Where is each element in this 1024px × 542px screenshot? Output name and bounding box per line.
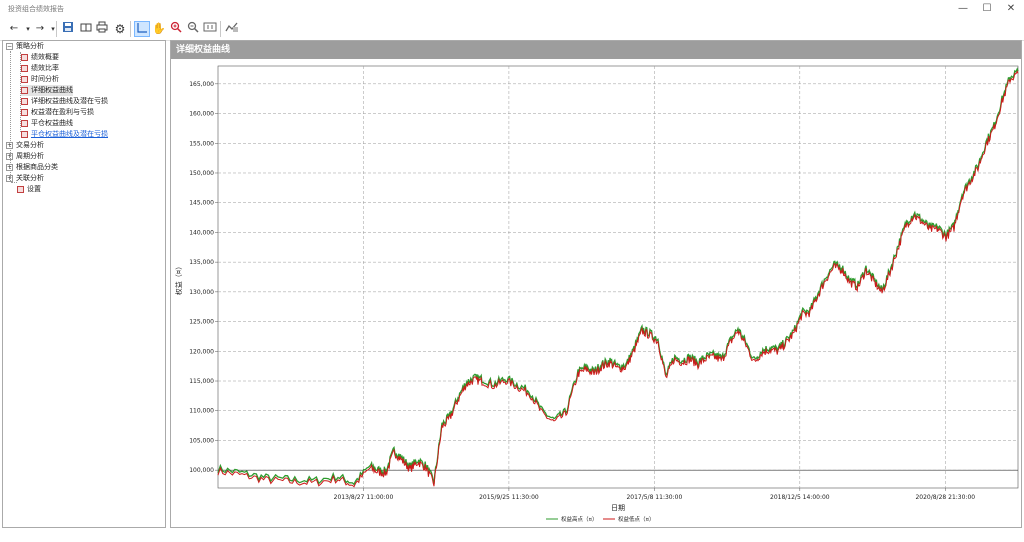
tree-group-correlation[interactable]: + 关联分析 (6, 173, 44, 184)
toolbar: ← ▾ → ▾ ⚙ ✋ (0, 18, 1024, 41)
y-tick-label: 160,000 (189, 111, 214, 118)
x-axis-ticks: 2013/8/27 11:00:00 2015/9/25 11:30:00 2017… (334, 488, 975, 501)
y-tick-label: 145,000 (189, 200, 214, 207)
y-axis-ticks: 100,000 105,000 110,000 115,000 120,000 125,0… (189, 81, 218, 474)
tree-group-strategy[interactable]: − 策略分析 (6, 41, 44, 52)
toolbar-separator (220, 21, 221, 37)
x-tick-label: 2018/12/5 14:00:00 (770, 494, 830, 501)
y-tick-label: 155,000 (189, 140, 214, 147)
y-tick-label: 150,000 (189, 170, 214, 177)
expand-icon[interactable]: + (6, 152, 13, 160)
tree-group-period-analysis[interactable]: + 周期分析 (6, 151, 44, 162)
chart-icon (21, 97, 28, 105)
y-tick-label: 105,000 (189, 437, 214, 444)
tree-item-closed-equity-drawdown[interactable]: 平仓权益曲线及潜在亏损 (21, 129, 108, 140)
zoom-in-icon[interactable] (168, 21, 184, 37)
tree-group-trade-analysis[interactable]: + 交易分析 (6, 140, 44, 151)
tree-item-closed-equity-curve[interactable]: 平仓权益曲线 (21, 118, 73, 129)
tree-item-label: 详细权益曲线 (31, 86, 73, 94)
y-tick-label: 165,000 (189, 81, 214, 88)
chart-icon (21, 119, 28, 127)
y-tick-label: 115,000 (189, 378, 214, 385)
tree-item-label: 时间分析 (31, 75, 59, 83)
tree-group-label: 根据商品分类 (16, 163, 58, 171)
y-tick-label: 130,000 (189, 289, 214, 296)
chart-legend: 权益高点（¤） 权益低点（¤） (546, 515, 655, 523)
chart-icon (21, 108, 28, 116)
collapse-icon[interactable]: − (6, 42, 13, 50)
y-tick-label: 110,000 (189, 408, 214, 415)
select-icon[interactable] (134, 21, 150, 37)
panel-header: 详细权益曲线 (171, 41, 1021, 59)
y-axis-label: 权益（¤） (174, 263, 183, 295)
tree-item-equity-potential[interactable]: 权益潜在盈利与亏损 (21, 107, 94, 118)
tree-item-label[interactable]: 平仓权益曲线及潜在亏损 (31, 130, 108, 138)
tree-group-by-instrument[interactable]: + 根据商品分类 (6, 162, 58, 173)
y-tick-label: 100,000 (189, 467, 214, 474)
y-tick-label: 120,000 (189, 348, 214, 355)
print-icon[interactable] (94, 21, 110, 37)
settings-doc-icon (17, 185, 24, 193)
tree-group-label: 交易分析 (16, 141, 44, 149)
fit-icon[interactable] (202, 21, 218, 37)
tree-item-detailed-equity-curve[interactable]: 详细权益曲线 (21, 85, 73, 96)
tree-item-label: 绩效概要 (31, 53, 59, 61)
tree-item-label: 绩效比率 (31, 64, 59, 72)
x-tick-label: 2020/8/28 21:30:00 (915, 494, 975, 501)
report-icon (21, 53, 28, 61)
report-icon (21, 64, 28, 72)
zoom-out-icon[interactable] (185, 21, 201, 37)
chart-panel: 详细权益曲线 100,000 105,000 110,000 115,000 120,0… (170, 40, 1022, 528)
toolbar-separator (56, 21, 57, 37)
window-title: 投资组合绩效报告 (8, 5, 64, 13)
toolbar-separator (130, 21, 131, 37)
chart-icon (21, 130, 28, 138)
x-axis-label: 日期 (611, 504, 625, 512)
open-icon[interactable] (78, 21, 94, 37)
pan-icon[interactable]: ✋ (151, 21, 167, 37)
tree-item-settings[interactable]: 设置 (17, 184, 41, 195)
y-tick-label: 125,000 (189, 319, 214, 326)
x-tick-label: 2013/8/27 11:00:00 (334, 494, 394, 501)
expand-icon[interactable]: + (6, 141, 13, 149)
legend-label-high: 权益高点（¤） (561, 515, 598, 523)
chart-style-icon[interactable] (224, 21, 240, 37)
tree-item-time-analysis[interactable]: 时间分析 (21, 74, 59, 85)
x-tick-label: 2015/9/25 11:30:00 (479, 494, 539, 501)
x-tick-label: 2017/5/8 11:30:00 (626, 494, 682, 501)
equity-chart[interactable]: 100,000 105,000 110,000 115,000 120,000 125,0… (171, 59, 1021, 527)
save-icon[interactable] (60, 21, 76, 37)
tree-item-label: 平仓权益曲线 (31, 119, 73, 127)
close-button[interactable]: ✕ (1000, 2, 1022, 16)
navigation-tree: − 策略分析 绩效概要 绩效比率 时间分析 详细权益曲线 详细权益曲线及潜在亏损 … (2, 40, 166, 528)
tree-item-label: 设置 (27, 185, 41, 193)
chart-icon (21, 86, 28, 94)
minimize-button[interactable]: — (952, 2, 974, 16)
y-tick-label: 140,000 (189, 229, 214, 236)
tree-group-label: 策略分析 (16, 42, 44, 50)
plot-area (217, 65, 1019, 489)
tree-item-performance-summary[interactable]: 绩效概要 (21, 52, 59, 63)
tree-item-label: 权益潜在盈利与亏损 (31, 108, 94, 116)
expand-icon[interactable]: + (6, 163, 13, 171)
expand-icon[interactable]: + (6, 174, 13, 182)
maximize-button[interactable]: ☐ (976, 2, 998, 16)
status-bar (0, 534, 1024, 542)
legend-label-low: 权益低点（¤） (618, 515, 655, 523)
dropdown-icon[interactable]: ▾ (45, 21, 61, 37)
tree-item-label: 详细权益曲线及潜在亏损 (31, 97, 108, 105)
y-tick-label: 135,000 (189, 259, 214, 266)
tree-group-label: 关联分析 (16, 174, 44, 182)
title-bar: 投资组合绩效报告 — ☐ ✕ (0, 0, 1024, 18)
tree-item-performance-ratio[interactable]: 绩效比率 (21, 63, 59, 74)
tree-group-label: 周期分析 (16, 152, 44, 160)
tree-item-equity-curve-drawdown[interactable]: 详细权益曲线及潜在亏损 (21, 96, 108, 107)
report-icon (21, 75, 28, 83)
settings-icon[interactable]: ⚙ (112, 21, 128, 37)
